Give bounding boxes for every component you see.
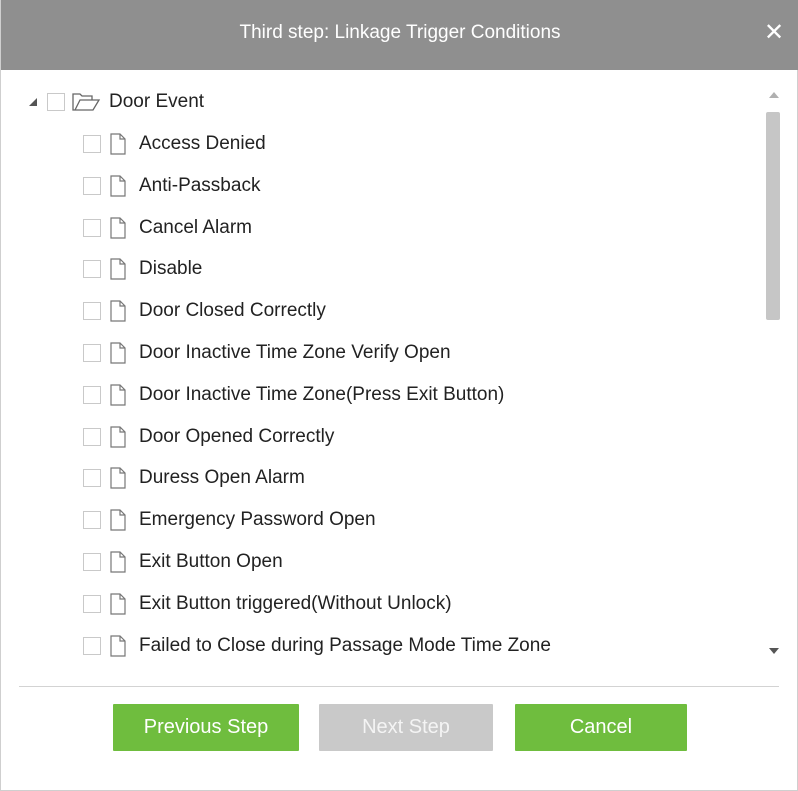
tree-node-checkbox[interactable] [83,385,101,404]
tree-node[interactable]: Door Opened Correctly [83,423,334,451]
file-icon [110,216,126,239]
tree-node-label: Door Closed Correctly [139,300,326,322]
file-icon [110,133,126,155]
door-event-checkbox[interactable] [47,93,65,111]
dialog-titlebar: Third step: Linkage Trigger Conditions ✕ [1,0,798,70]
tree-node-door-event[interactable]: Door Event [27,88,204,116]
tree-node-checkbox[interactable] [83,344,101,362]
folder-open-icon [72,93,101,111]
tree-node-label: Disable [139,258,203,280]
linkage-trigger-dialog: Third step: Linkage Trigger Conditions ✕… [0,0,798,791]
file-icon [110,300,126,322]
tree-node[interactable]: Disable [83,255,202,283]
scroll-thumb[interactable] [766,112,780,320]
tree-node-checkbox[interactable] [83,260,101,279]
tree-node-checkbox[interactable] [83,135,101,153]
file-icon [110,175,126,197]
tree-node[interactable]: Failed to Close during Passage Mode Time… [83,632,551,658]
tree-node[interactable]: Exit Button Open [83,548,283,576]
close-icon[interactable]: ✕ [759,16,789,50]
file-icon [110,509,126,531]
file-icon [110,467,126,489]
tree-node[interactable]: Exit Button triggered(Without Unlock) [83,590,452,618]
file-icon [110,634,126,657]
tree-node-label: Duress Open Alarm [139,467,305,489]
tree-node-label: Door Event [109,91,205,112]
tree-node-label: Exit Button Open [139,551,283,572]
file-icon [110,384,126,406]
tree-node-label: Door Inactive Time Zone Verify Open [139,342,451,363]
tree-node-label: Door Inactive Time Zone(Press Exit Butto… [139,383,505,405]
tree-node-checkbox[interactable] [83,511,101,530]
tree-node-label: Access Denied [139,133,266,154]
tree-node-checkbox[interactable] [83,469,101,488]
cancel-button[interactable]: Cancel [515,704,687,751]
tree-node-checkbox[interactable] [83,636,101,655]
dialog-title: Third step: Linkage Trigger Conditions [239,22,561,43]
next-step-button[interactable]: Next Step [319,704,493,751]
expand-toggle-icon[interactable] [27,96,39,108]
trigger-condition-tree: Door Event Access Denied Anti-Passback Can… [15,80,785,658]
scroll-up-icon[interactable] [767,88,781,102]
tree-node-checkbox[interactable] [83,302,101,321]
tree-node[interactable]: Emergency Password Open [83,506,376,534]
tree-node-checkbox[interactable] [83,218,101,237]
tree-node-label: Emergency Password Open [139,509,376,531]
tree-node-checkbox[interactable] [83,553,101,571]
tree-node-label: Door Opened Correctly [139,425,335,447]
footer-divider [19,686,779,687]
tree-node-label: Anti-Passback [139,174,261,196]
scroll-down-icon[interactable] [767,644,781,658]
file-icon [110,342,126,364]
tree-node[interactable]: Duress Open Alarm [83,464,305,492]
tree-node-checkbox[interactable] [83,427,101,446]
vertical-scrollbar[interactable] [763,80,785,658]
tree-node[interactable]: Access Denied [83,130,266,158]
tree-list: Door Event Access Denied Anti-Passback Can… [15,80,755,658]
tree-node-label: Exit Button triggered(Without Unlock) [139,592,452,614]
tree-node-label: Failed to Close during Passage Mode Time… [139,634,551,656]
tree-node[interactable]: Anti-Passback [83,172,260,200]
tree-node[interactable]: Door Inactive Time Zone(Press Exit Butto… [83,381,504,409]
tree-node[interactable]: Door Inactive Time Zone Verify Open [83,339,451,367]
previous-step-button[interactable]: Previous Step [113,704,299,751]
tree-node-checkbox[interactable] [83,594,101,613]
tree-node-checkbox[interactable] [83,176,101,195]
file-icon [110,551,126,573]
tree-node[interactable]: Cancel Alarm [83,214,252,242]
tree-node-label: Cancel Alarm [139,216,252,238]
tree-node[interactable]: Door Closed Correctly [83,297,326,325]
file-icon [110,258,126,280]
file-icon [110,593,126,615]
file-icon [110,425,126,448]
